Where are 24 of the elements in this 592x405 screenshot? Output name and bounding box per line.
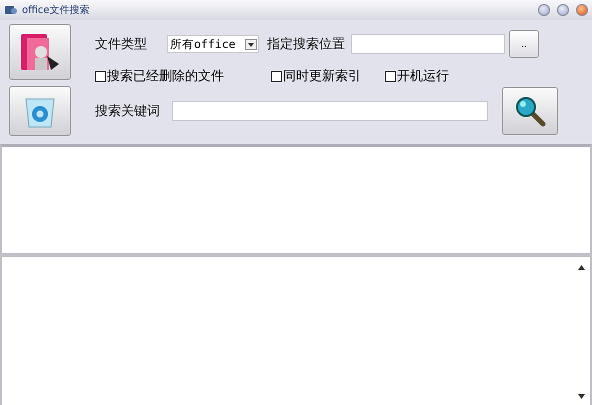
scroll-up-icon[interactable]	[578, 265, 585, 270]
search-location-field[interactable]	[351, 34, 505, 54]
checkbox[interactable]	[271, 70, 282, 82]
checkbox[interactable]	[95, 70, 106, 82]
window-title: office文件搜索	[22, 4, 90, 17]
search-button[interactable]	[502, 87, 558, 135]
maximize-button[interactable]	[557, 4, 569, 16]
browse-button[interactable]: ..	[509, 30, 539, 58]
close-button[interactable]	[576, 4, 588, 16]
option-label: 开机运行	[397, 68, 449, 85]
file-type-label: 文件类型	[95, 36, 147, 53]
search-location-label: 指定搜索位置	[267, 36, 345, 53]
keyword-label: 搜索关键词	[95, 103, 160, 120]
app-icon	[4, 4, 18, 16]
search-icon	[513, 94, 547, 128]
scroll-down-icon[interactable]	[578, 394, 585, 399]
folder-search-button[interactable]	[9, 24, 71, 80]
checkbox[interactable]	[385, 70, 396, 82]
file-type-dropdown[interactable]: 所有office	[167, 35, 259, 53]
recycle-bin-button[interactable]	[9, 86, 71, 136]
option-label: 搜索已经删除的文件	[107, 68, 224, 85]
keyword-field[interactable]	[172, 101, 488, 121]
option-label: 同时更新索引	[283, 68, 361, 85]
minimize-button[interactable]	[538, 4, 550, 16]
